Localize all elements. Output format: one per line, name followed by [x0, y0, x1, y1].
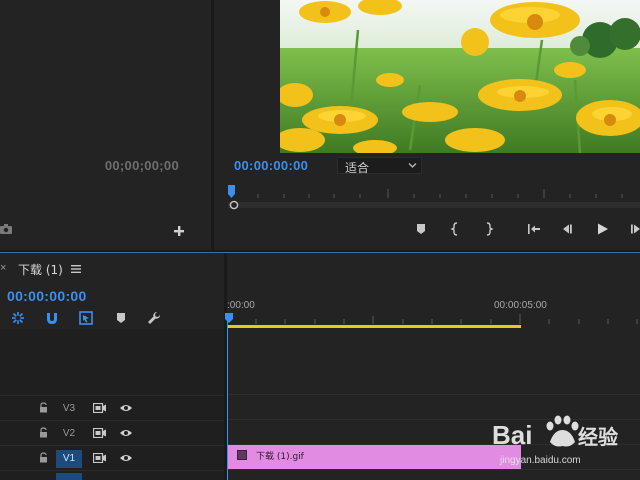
program-timecode[interactable]: 00:00:00:00	[234, 158, 308, 173]
camera-icon[interactable]	[0, 223, 12, 235]
ruler-label-5s: 00:00:05:00	[494, 300, 547, 311]
track-target-a1[interactable]	[56, 473, 82, 480]
lock-icon[interactable]	[39, 427, 48, 438]
track-header-a1[interactable]	[0, 470, 224, 480]
film-icon[interactable]	[93, 403, 106, 413]
ruler-label-start: :00:00	[227, 300, 255, 311]
wrench-icon[interactable]	[146, 310, 162, 326]
lock-icon[interactable]	[39, 452, 48, 463]
track-target-v1[interactable]: V1	[56, 450, 82, 468]
svg-text:经验: 经验	[578, 425, 618, 449]
play-icon[interactable]	[594, 220, 612, 238]
track-header-v1[interactable]: V1	[0, 445, 224, 469]
step-forward-icon[interactable]	[628, 220, 640, 238]
chevron-down-icon	[408, 163, 417, 168]
source-timecode[interactable]: 00;00;00;00	[105, 158, 179, 173]
mark-in-icon[interactable]	[447, 220, 465, 238]
playhead-line[interactable]	[227, 314, 228, 480]
eye-icon[interactable]	[119, 428, 133, 438]
eye-icon[interactable]	[119, 453, 133, 463]
track-target-v3[interactable]: V3	[56, 400, 82, 418]
sequence-tab[interactable]: 下载 (1)	[18, 261, 63, 278]
program-monitor-panel: 00:00:00:00 适合	[214, 0, 640, 250]
tab-close-icon[interactable]: ×	[0, 262, 6, 274]
menu-icon[interactable]	[71, 264, 81, 274]
program-time-ruler[interactable]	[228, 185, 640, 199]
watermark-url: jingyan.baidu.com	[500, 455, 581, 466]
source-monitor-panel: 00;00;00;00	[0, 0, 211, 250]
film-icon[interactable]	[93, 428, 106, 438]
add-marker-icon[interactable]	[113, 310, 129, 326]
linked-selection-icon[interactable]	[78, 310, 94, 326]
track-header-area: V3 V2 V1	[0, 329, 224, 480]
program-scrub-bar[interactable]	[228, 199, 640, 211]
timeline-ruler[interactable]: :00:00 00:00:05:00	[227, 298, 640, 326]
mark-out-icon[interactable]	[479, 220, 497, 238]
playhead-handle[interactable]	[225, 313, 233, 323]
program-video-frame[interactable]	[280, 0, 640, 153]
track-header-v3[interactable]: V3	[0, 395, 224, 419]
zoom-level-select[interactable]: 适合	[337, 157, 422, 175]
eye-icon[interactable]	[119, 403, 133, 413]
baidu-watermark-logo: Bai 经验	[492, 415, 618, 450]
zoom-level-value: 适合	[345, 161, 370, 175]
add-icon[interactable]	[172, 224, 186, 238]
clip-name: 下载 (1).gif	[256, 452, 304, 462]
lock-icon[interactable]	[39, 402, 48, 413]
timeline-timecode[interactable]: 00:00:00:00	[7, 288, 87, 304]
go-to-in-icon[interactable]	[525, 220, 543, 238]
step-back-icon[interactable]	[559, 220, 577, 238]
film-icon[interactable]	[93, 453, 106, 463]
nest-sequence-icon[interactable]	[10, 310, 26, 326]
svg-text:Bai: Bai	[492, 420, 532, 450]
ruler-ticks	[255, 314, 638, 324]
work-area-bar[interactable]	[227, 325, 521, 328]
lane-divider	[227, 394, 640, 395]
add-marker-icon[interactable]	[412, 220, 430, 238]
fx-badge-icon	[237, 450, 247, 460]
track-header-v2[interactable]: V2	[0, 420, 224, 444]
track-target-v2[interactable]: V2	[56, 425, 82, 443]
timeline-clip[interactable]: 下载 (1).gif	[228, 445, 521, 469]
snap-magnet-icon[interactable]	[44, 310, 60, 326]
